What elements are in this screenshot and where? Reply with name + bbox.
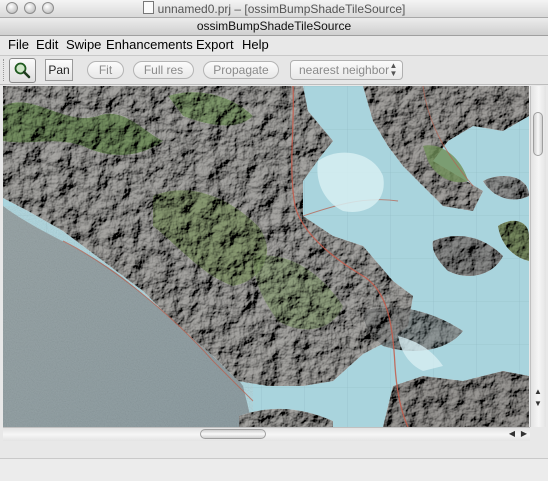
resampling-value: nearest neighbor — [299, 63, 390, 77]
inner-frame-title: ossimBumpShadeTileSource — [0, 18, 548, 36]
updown-arrows-icon: ▲ ▼ — [389, 61, 398, 78]
propagate-button[interactable]: Propagate — [203, 61, 279, 79]
horizontal-scroll-thumb[interactable] — [200, 429, 266, 439]
bump-shaded-map[interactable] — [3, 86, 529, 427]
image-view[interactable] — [3, 86, 529, 427]
pan-tool-button[interactable]: Pan — [45, 59, 73, 81]
scroll-left-arrow-icon[interactable]: ◀ — [506, 428, 518, 440]
menu-help[interactable]: Help — [242, 37, 269, 52]
window-titlebar[interactable]: unnamed0.prj – [ossimBumpShadeTileSource… — [0, 0, 548, 18]
toolbar-grip[interactable] — [3, 59, 6, 81]
magnifier-icon — [14, 62, 31, 79]
scroll-down-arrow-icon[interactable]: ▼ — [532, 398, 544, 410]
menu-file[interactable]: File — [8, 37, 29, 52]
scroll-right-arrow-icon[interactable]: ▶ — [518, 428, 530, 440]
menu-bar: File Edit Swipe Enhancements Export Help — [0, 36, 548, 56]
menu-swipe[interactable]: Swipe — [66, 37, 101, 52]
menu-export[interactable]: Export — [196, 37, 234, 52]
zoom-tool-button[interactable] — [9, 58, 36, 83]
scroll-up-arrow-icon[interactable]: ▲ — [532, 386, 544, 398]
window-title: unnamed0.prj – [ossimBumpShadeTileSource… — [0, 1, 548, 16]
fit-button[interactable]: Fit — [87, 61, 124, 79]
status-bar — [0, 458, 548, 481]
menu-edit[interactable]: Edit — [36, 37, 58, 52]
vertical-scrollbar[interactable]: ▲ ▼ — [530, 86, 546, 427]
full-res-button[interactable]: Full res — [133, 61, 194, 79]
menu-enhancements[interactable]: Enhancements — [106, 37, 193, 52]
horizontal-scrollbar[interactable]: ◀ ▶ — [3, 427, 530, 441]
resampling-select[interactable]: nearest neighbor ▲ ▼ — [290, 60, 403, 80]
document-icon — [142, 1, 154, 14]
vertical-scroll-thumb[interactable] — [533, 112, 543, 156]
toolbar: Pan Fit Full res Propagate nearest neigh… — [0, 56, 548, 85]
